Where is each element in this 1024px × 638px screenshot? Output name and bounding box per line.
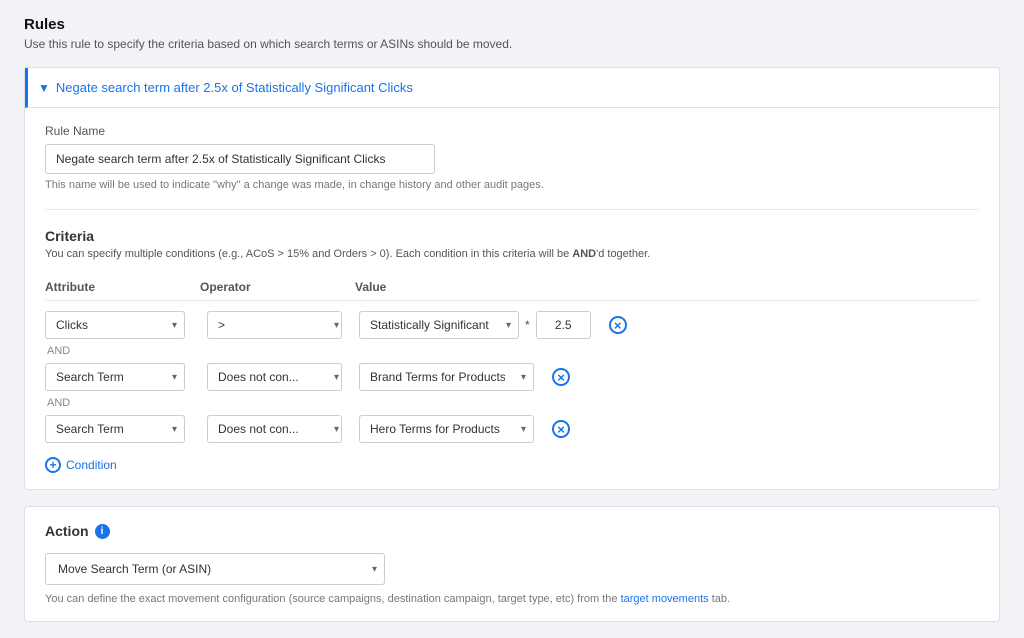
multiplier-input-1[interactable] xyxy=(536,311,591,339)
rule-name-input[interactable] xyxy=(45,144,435,174)
rule-title[interactable]: Negate search term after 2.5x of Statist… xyxy=(56,80,413,95)
operator-select-1[interactable]: > < = ≥ ≤ xyxy=(207,311,342,339)
criteria-row: Clicks Search Term Orders ACoS ▾ > < xyxy=(45,311,979,339)
remove-row-2[interactable]: × xyxy=(552,368,570,386)
and-label-1: AND xyxy=(45,345,979,357)
value-select-1[interactable]: Statistically Significant Clic Custom Va… xyxy=(359,311,519,339)
and-label-2: AND xyxy=(45,397,979,409)
remove-row-1[interactable]: × xyxy=(609,316,627,334)
col-value-header: Value xyxy=(355,280,979,294)
action-title: Action xyxy=(45,523,89,539)
remove-icon-1: × xyxy=(609,316,627,334)
col-operator-header: Operator xyxy=(200,280,355,294)
remove-icon-2: × xyxy=(552,368,570,386)
value-select-2[interactable]: Brand Terms for Products Hero Terms for … xyxy=(359,363,534,391)
attribute-select-1[interactable]: Clicks Search Term Orders ACoS xyxy=(45,311,185,339)
value-select-3[interactable]: Hero Terms for Products Brand Terms for … xyxy=(359,415,534,443)
action-helper-text: You can define the exact movement config… xyxy=(45,593,979,605)
add-condition-label: Condition xyxy=(66,458,117,472)
remove-row-3[interactable]: × xyxy=(552,420,570,438)
multiplier-label-1: * xyxy=(525,318,530,332)
operator-select-3[interactable]: Does not con... Contains Equals xyxy=(207,415,342,443)
add-condition-button[interactable]: + Condition xyxy=(45,457,117,473)
operator-select-2[interactable]: Does not con... Contains Equals xyxy=(207,363,342,391)
col-attribute-header: Attribute xyxy=(45,280,200,294)
criteria-row: Search Term Clicks Orders ▾ Does not con… xyxy=(45,363,979,391)
criteria-subtitle: You can specify multiple conditions (e.g… xyxy=(45,248,979,260)
action-info-icon[interactable]: i xyxy=(95,524,110,539)
criteria-title: Criteria xyxy=(45,228,979,244)
action-select[interactable]: Move Search Term (or ASIN) Negate Search… xyxy=(45,553,385,585)
rule-name-helper: This name will be used to indicate "why"… xyxy=(45,179,979,191)
rule-name-label: Rule Name xyxy=(45,124,979,138)
rule-toggle-icon[interactable]: ▼ xyxy=(38,81,50,95)
target-movements-link[interactable]: target movements xyxy=(621,593,709,605)
criteria-row: Search Term Clicks Orders ▾ Does not con… xyxy=(45,415,979,443)
remove-icon-3: × xyxy=(552,420,570,438)
page-subtitle: Use this rule to specify the criteria ba… xyxy=(24,37,1000,51)
attribute-select-3[interactable]: Search Term Clicks Orders xyxy=(45,415,185,443)
page-title: Rules xyxy=(24,16,1000,33)
criteria-section: Criteria You can specify multiple condit… xyxy=(45,228,979,473)
attribute-select-2[interactable]: Search Term Clicks Orders xyxy=(45,363,185,391)
plus-circle-icon: + xyxy=(45,457,61,473)
